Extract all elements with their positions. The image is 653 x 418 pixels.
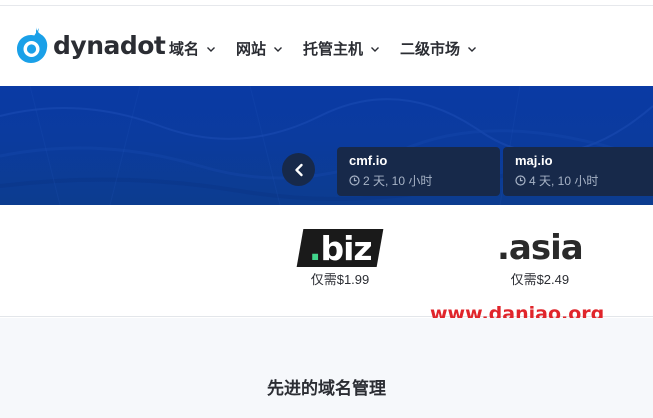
biz-logo: .biz — [296, 228, 384, 268]
auction-time-left: 2 天, 10 小时 — [349, 172, 500, 189]
auction-card[interactable]: maj.io 4 天, 10 小时 — [503, 147, 653, 196]
tld-promo-strip: .biz 仅需$1.99 .asia 仅需$2.49 — [0, 205, 653, 317]
auction-time-text: 4 天, 10 小时 — [529, 174, 599, 188]
promo-biz[interactable]: .biz 仅需$1.99 — [296, 229, 384, 288]
auction-domain: cmf.io — [349, 153, 388, 168]
carousel-prev-button[interactable] — [282, 153, 315, 186]
site-header: dynadot 域名 网站 托管主机 二级市场 — [0, 6, 653, 86]
auction-domain: maj.io — [515, 153, 553, 168]
section-title: 先进的域名管理 — [267, 379, 386, 398]
main-nav: 域名 网站 托管主机 二级市场 — [169, 38, 497, 59]
chevron-down-icon — [468, 46, 477, 52]
clock-icon — [349, 175, 360, 186]
promo-price: 仅需$1.99 — [310, 272, 370, 287]
logo-wordmark: dynadot — [53, 30, 166, 60]
biz-logo-dot: . — [308, 228, 321, 268]
chevron-down-icon — [371, 46, 380, 52]
auction-time-text: 2 天, 10 小时 — [363, 174, 433, 188]
chevron-left-icon — [294, 163, 303, 176]
biz-logo-tld: biz — [320, 228, 372, 268]
nav-item-label: 域名 — [169, 41, 200, 58]
nav-item-domains[interactable]: 域名 — [169, 38, 216, 59]
dynadot-logo-icon — [17, 27, 48, 63]
asia-logo: .asia — [497, 228, 584, 268]
nav-item-label: 网站 — [236, 41, 267, 58]
features-section: 先进的域名管理 — [0, 318, 653, 418]
promo-price: 仅需$2.49 — [510, 272, 570, 287]
chevron-down-icon — [274, 46, 283, 52]
nav-item-label: 二级市场 — [400, 41, 461, 58]
promo-asia[interactable]: .asia 仅需$2.49 — [497, 228, 584, 288]
chevron-down-icon — [207, 46, 216, 52]
nav-item-websites[interactable]: 网站 — [236, 38, 283, 59]
nav-item-label: 托管主机 — [303, 41, 364, 58]
auction-time-left: 4 天, 10 小时 — [515, 172, 653, 189]
auction-card[interactable]: cmf.io 2 天, 10 小时 — [337, 147, 500, 196]
nav-item-marketplace[interactable]: 二级市场 — [400, 38, 477, 59]
clock-icon — [515, 175, 526, 186]
nav-item-hosting[interactable]: 托管主机 — [303, 38, 380, 59]
asia-logo-dot: . — [497, 228, 510, 268]
dynadot-logo[interactable]: dynadot — [16, 26, 166, 64]
asia-logo-tld: asia — [508, 228, 584, 268]
